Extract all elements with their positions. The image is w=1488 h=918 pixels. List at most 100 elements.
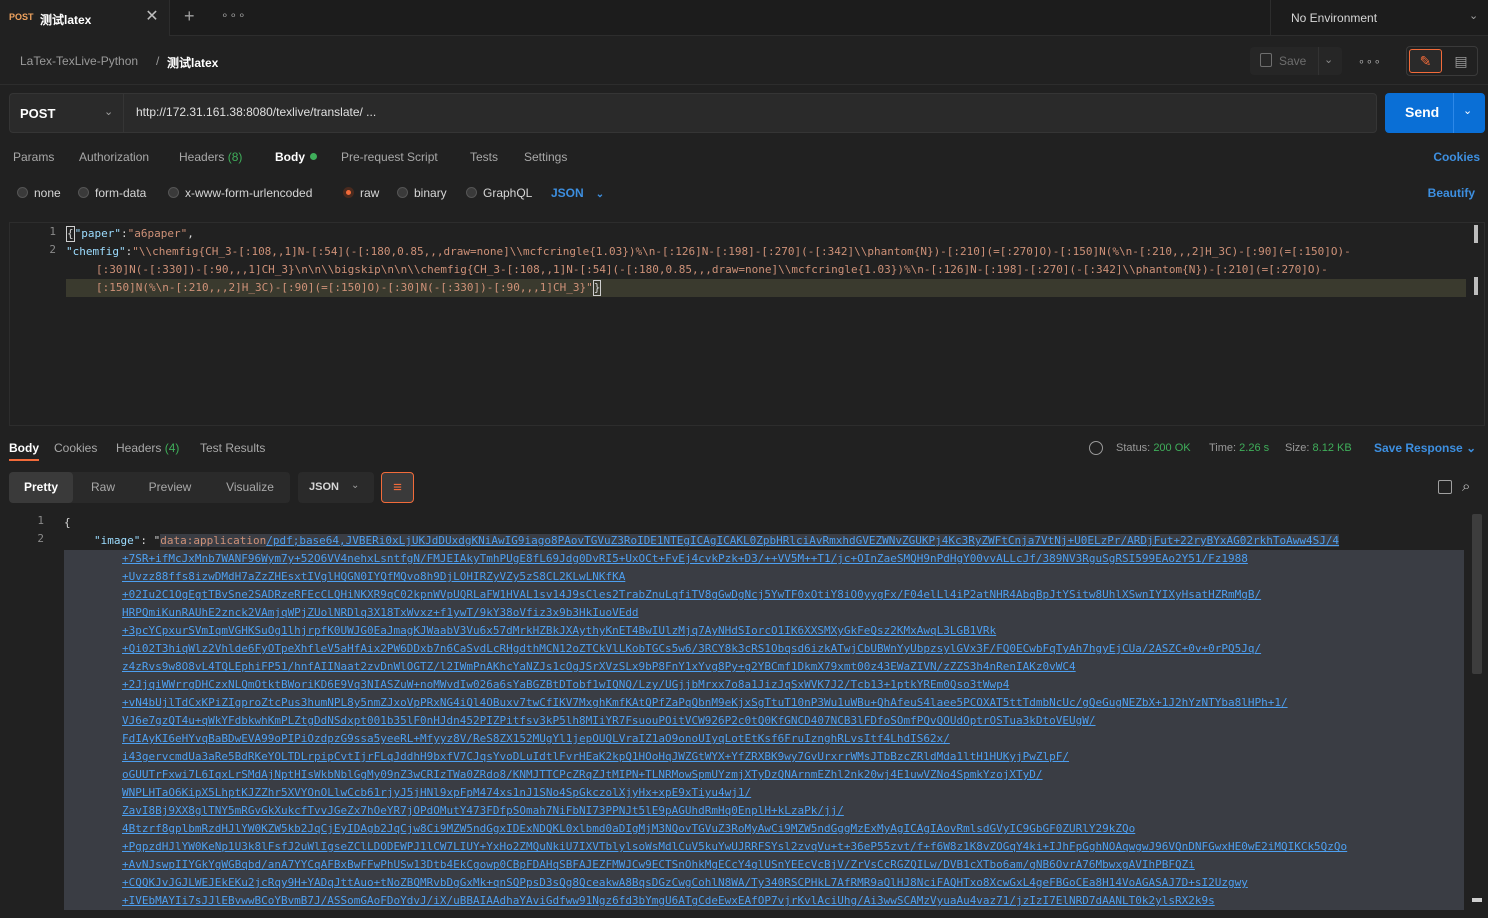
tab-authorization[interactable]: Authorization xyxy=(79,150,149,164)
request-body-editor[interactable]: 1 2 {"paper":"a6paper", "chemfig":"\\che… xyxy=(9,222,1485,426)
line-gutter: 1 2 xyxy=(10,223,62,425)
tab-label: Headers xyxy=(116,441,162,455)
radio-label: binary xyxy=(414,186,447,200)
tab-settings[interactable]: Settings xyxy=(524,150,567,164)
code-line-wrapped: HRPQmiKunRAUhE2znck2VAmjqWPjZUolNRDlq3X1… xyxy=(64,604,1464,622)
chevron-down-icon[interactable]: ⌄ xyxy=(1324,53,1333,66)
json-value-link[interactable]: +Qi02T3hiqWlz2Vhlde6FyOTpeXhfleV5aHfAix2… xyxy=(122,642,1261,655)
save-button[interactable]: Save ⌄ xyxy=(1250,47,1342,75)
breadcrumb-request: 测试latex xyxy=(167,56,219,70)
radio-form-data[interactable]: form-data xyxy=(78,186,146,200)
chevron-down-icon[interactable]: ⌄ xyxy=(1463,104,1472,117)
json-value-link[interactable]: +vN4bUjlTdCxKPiZIgproZtcPus3humNPL8y5nmZ… xyxy=(122,696,1288,709)
view-visualize-button[interactable]: Visualize xyxy=(215,472,285,503)
scrollbar-marker[interactable] xyxy=(1472,898,1482,902)
code-line-wrapped: +PgpzdHJlYW0KeNp1U3k8lFsfJ2uWlIgseZClLDO… xyxy=(64,838,1464,856)
radio-binary[interactable]: binary xyxy=(397,186,447,200)
radio-icon xyxy=(168,187,179,198)
radio-graphql[interactable]: GraphQL xyxy=(466,186,532,200)
code-content[interactable]: { "image": "data:application/pdf;base64,… xyxy=(64,514,1464,910)
json-value-link[interactable]: +AvNJswpIIYGkYgWGBqbd/anA7YYCqAFBxBwFFwP… xyxy=(122,858,1195,871)
response-body[interactable]: 1 2 { "image": "data:application/pdf;bas… xyxy=(0,512,1488,918)
tab-params[interactable]: Params xyxy=(13,150,54,164)
json-value-link[interactable]: /pdf;base64,JVBERi0xLjUKJdDUxdgKNiAwIG9i… xyxy=(266,534,1340,547)
save-response-button[interactable]: Save Response ⌄ xyxy=(1374,441,1476,455)
code-line-wrapped: oGUUTrFxwi7L6IqxLrSMdAjNptHIsWkbNblGgMy0… xyxy=(64,766,1464,784)
tab-tests[interactable]: Tests xyxy=(470,150,498,164)
json-value-link[interactable]: +7SR+ifMcJxMnb7WANF96Wym7y+52O6VV4nehxLs… xyxy=(122,552,1248,565)
tab-response-headers[interactable]: Headers (4) xyxy=(116,441,179,455)
tab-response-body[interactable]: Body xyxy=(9,441,39,461)
view-preview-button[interactable]: Preview xyxy=(137,472,203,503)
json-value-link[interactable]: VJ6e7gzQT4u+qWkYFdbkwhKmPLZtgDdNSdxpt001… xyxy=(122,714,1096,727)
body-format-select[interactable]: JSON ⌄ xyxy=(551,186,604,200)
more-icon[interactable]: ∘∘∘ xyxy=(221,8,247,22)
search-icon[interactable]: ⌕ xyxy=(1462,478,1470,495)
radio-raw[interactable]: raw xyxy=(343,186,379,200)
breadcrumb-collection[interactable]: LaTex-TexLive-Python xyxy=(20,54,138,68)
json-value-link[interactable]: +Uvzz88ffs8izwDMdH7aZzZHEsxtIVglHQGN0IYQ… xyxy=(122,570,625,583)
radio-label: x-www-form-urlencoded xyxy=(185,186,313,200)
json-value-link[interactable]: oGUUTrFxwi7L6IqxLrSMdAjNptHIsWkbNblGgMy0… xyxy=(122,768,1043,781)
scrollbar-marker[interactable] xyxy=(1474,225,1478,243)
code-content[interactable]: {"paper":"a6paper", "chemfig":"\\chemfig… xyxy=(66,225,1466,297)
json-key: "chemfig" xyxy=(66,245,126,258)
environment-select[interactable]: No Environment ⌄ xyxy=(1270,0,1488,36)
scrollbar-marker[interactable] xyxy=(1474,277,1478,295)
close-icon[interactable]: ✕ xyxy=(144,8,160,26)
send-button[interactable]: Send ⌄ xyxy=(1385,93,1485,133)
response-format-select[interactable]: JSON ⌄ xyxy=(298,472,374,503)
more-icon[interactable]: ∘∘∘ xyxy=(1358,55,1382,68)
json-value-link[interactable]: HRPQmiKunRAUhE2znck2VAmjqWPjZUolNRDlq3X1… xyxy=(122,606,639,619)
view-pretty-button[interactable]: Pretty xyxy=(9,472,73,503)
headers-count: (8) xyxy=(227,150,243,164)
status-badge: Status: 200 OK xyxy=(1116,442,1191,454)
json-value-link[interactable]: +3pcYCpxurSVmIqmVGHKSuOg1lhjrpfK0UWJG0Ea… xyxy=(122,624,996,637)
json-value-link[interactable]: WNPLHTaO6KipX5LhptKJZZhr5XVYOnOLlwCcb61r… xyxy=(122,786,751,799)
globe-icon[interactable] xyxy=(1089,441,1103,455)
code-line-wrapped: z4zRvs9w8O8vL4TQLEphiFP51/hnfAIINaat2zvD… xyxy=(64,658,1464,676)
json-value-link[interactable]: FdIAyKI6eHYvqBaBDwEVA99oPIPiOzdpzG9ssa5y… xyxy=(122,732,950,745)
json-value-link[interactable]: +CQQKJvJGJLWEJEkEKu2jcRqy9H+YADqJttAuo+t… xyxy=(122,876,1248,889)
json-value-link[interactable]: +IVEbMAYIi7sJJlEBvwwBCoYBvmB7J/ASSomGAoF… xyxy=(122,894,1215,907)
divider xyxy=(1318,47,1319,75)
radio-label: GraphQL xyxy=(483,186,533,200)
json-value-link[interactable]: +02Iu2C1OgEgtTBvSne2SADRzeRFEcCLQHiNKXR9… xyxy=(122,588,1261,601)
comment-icon[interactable]: ▤ xyxy=(1447,51,1475,71)
code-line-wrapped: ZavI8Bj9XX8glTNY5mRGvGkXukcfTvvJGeZx7hOe… xyxy=(64,802,1464,820)
time-badge: Time: 2.26 s xyxy=(1209,442,1269,454)
view-raw-button[interactable]: Raw xyxy=(79,472,127,503)
request-tab[interactable]: POST 测试latex ✕ xyxy=(0,0,170,36)
tab-headers[interactable]: Headers (8) xyxy=(179,150,242,164)
edit-icon[interactable]: ✎ xyxy=(1409,49,1442,73)
tab-response-cookies[interactable]: Cookies xyxy=(54,441,97,455)
wrap-lines-button[interactable]: ≡ xyxy=(381,472,414,503)
radio-none[interactable]: none xyxy=(17,186,61,200)
json-key: "paper" xyxy=(74,227,121,240)
method-select[interactable]: POST ⌄ xyxy=(10,94,124,132)
copy-icon[interactable] xyxy=(1438,480,1452,494)
scrollbar-thumb[interactable] xyxy=(1472,514,1482,674)
radio-icon xyxy=(17,187,28,198)
json-value-link[interactable]: z4zRvs9w8O8vL4TQLEphiFP51/hnfAIINaat2zvD… xyxy=(122,660,1076,673)
tab-body[interactable]: Body xyxy=(275,150,317,164)
chevron-down-icon: ⌄ xyxy=(595,189,605,200)
chevron-down-icon: ⌄ xyxy=(1469,10,1479,22)
json-value-link[interactable]: +2JjqiWWrrgDHCzxNLQmOtktBWoriKD6E9Vq3NIA… xyxy=(122,678,1009,691)
json-value-link[interactable]: ZavI8Bj9XX8glTNY5mRGvGkXukcfTvvJGeZx7hOe… xyxy=(122,804,844,817)
format-value: JSON xyxy=(309,481,339,493)
url-input[interactable]: http://172.31.161.38:8080/texlive/transl… xyxy=(136,105,376,119)
tab-pre-request-script[interactable]: Pre-request Script xyxy=(341,150,438,164)
tab-test-results[interactable]: Test Results xyxy=(200,441,265,455)
json-value-link[interactable]: i43gervcmdUa3aRe5BdRKeYOLTDLrpipCvtIjrFL… xyxy=(122,750,1069,763)
send-label: Send xyxy=(1405,104,1440,120)
tab-title: 测试latex xyxy=(40,13,92,27)
new-tab-button[interactable]: + xyxy=(184,6,195,27)
beautify-button[interactable]: Beautify xyxy=(1428,186,1475,200)
radio-icon xyxy=(78,187,89,198)
cookies-link[interactable]: Cookies xyxy=(1433,150,1480,164)
json-value-link[interactable]: +PgpzdHJlYW0KeNp1U3k8lFsfJ2uWlIgseZClLDO… xyxy=(122,840,1347,853)
request-tabs: Params Authorization Headers (8) Body Pr… xyxy=(0,144,1488,170)
json-value-link[interactable]: 4Btzrf8gplbmRzdHJlYW0KZW5kb2JqCjEyIDAgb2… xyxy=(122,822,1135,835)
radio-urlencoded[interactable]: x-www-form-urlencoded xyxy=(168,186,312,200)
